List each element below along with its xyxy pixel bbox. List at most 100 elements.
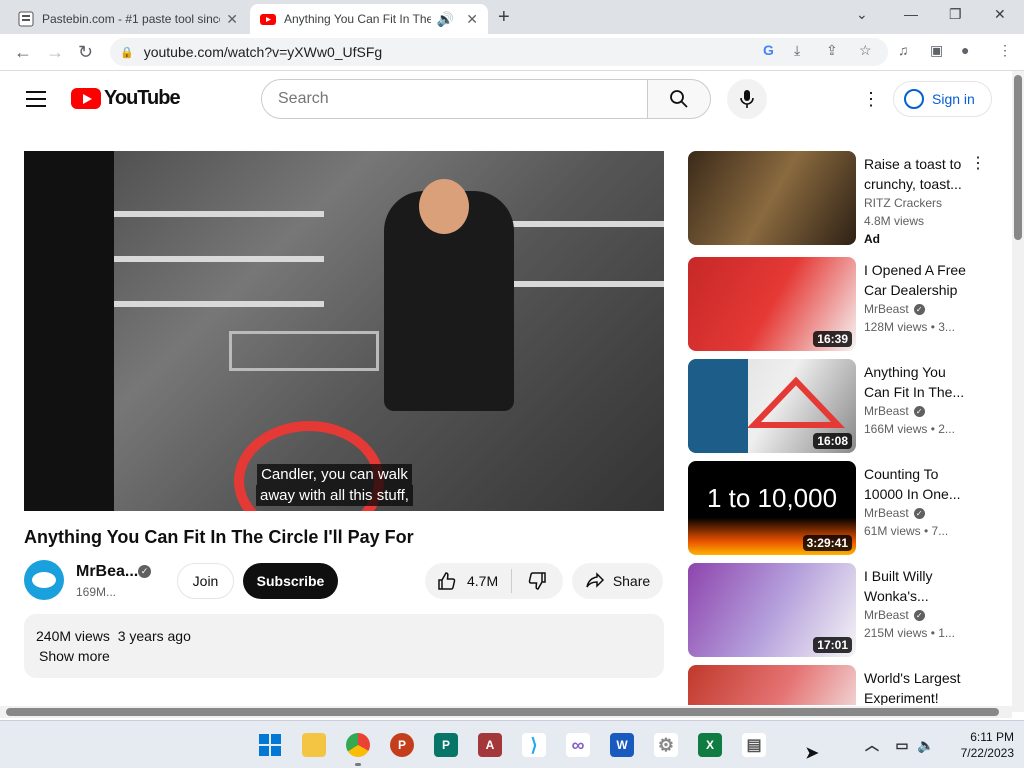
volume-icon[interactable]: 🔈 bbox=[914, 733, 938, 757]
recommendation-channel[interactable]: MrBeast ✓ bbox=[864, 608, 925, 622]
close-window-icon[interactable]: ✕ bbox=[994, 6, 1006, 23]
video-thumbnail[interactable]: 17:01 bbox=[688, 563, 856, 657]
minimize-icon[interactable]: — bbox=[904, 6, 918, 22]
scroll-thumb[interactable] bbox=[6, 708, 999, 716]
side-panel-icon[interactable]: ▣ bbox=[930, 42, 943, 59]
channel-name[interactable]: MrBea... bbox=[76, 563, 138, 581]
upload-age: 3 years ago bbox=[117, 628, 191, 644]
bookmark-star-icon[interactable]: ☆ bbox=[859, 42, 872, 59]
settings-kebab-icon[interactable]: ⋮ bbox=[862, 89, 880, 110]
search-icon bbox=[670, 90, 688, 108]
voice-search-button[interactable] bbox=[727, 79, 767, 119]
video-player[interactable]: Candler, you can walk away with all this… bbox=[24, 151, 664, 511]
youtube-logo[interactable]: YouTube bbox=[71, 87, 181, 110]
recommendation-title: I Built Willy Wonka's... bbox=[864, 568, 933, 604]
tab-pastebin[interactable]: Pastebin.com - #1 paste tool since 2002!… bbox=[8, 4, 248, 34]
video-thumbnail[interactable]: 1 to 10,000 3:29:41 bbox=[688, 461, 856, 555]
horizontal-scrollbar[interactable] bbox=[0, 706, 1012, 718]
media-controls-icon[interactable]: ♫ bbox=[898, 42, 909, 58]
tab-youtube[interactable]: Anything You Can Fit In The Circle I'll … bbox=[250, 4, 488, 34]
vscode-icon[interactable]: ⟩ bbox=[522, 733, 546, 757]
new-tab-icon[interactable]: + bbox=[498, 6, 510, 29]
share-label: Share bbox=[612, 573, 651, 589]
notepad-icon[interactable]: ▤ bbox=[742, 733, 766, 757]
search-input[interactable] bbox=[278, 90, 647, 108]
microphone-icon bbox=[740, 90, 754, 108]
dislike-button[interactable] bbox=[512, 571, 562, 591]
youtube-favicon-icon bbox=[260, 11, 276, 27]
subscriber-count: 169M... bbox=[76, 585, 117, 599]
store-shelf bbox=[84, 256, 324, 262]
browser-tab-bar: Pastebin.com - #1 paste tool since 2002!… bbox=[0, 0, 1024, 34]
settings-gear-icon[interactable]: ⚙ bbox=[654, 733, 678, 757]
shopping-cart bbox=[229, 331, 379, 371]
recommendation-views: 61M views • 7... bbox=[864, 524, 949, 538]
access-icon[interactable]: A bbox=[478, 733, 502, 757]
recommendation-item[interactable]: 16:39 I Opened A Free Car Dealership MrBe… bbox=[688, 257, 988, 351]
foreground-figure bbox=[24, 151, 114, 511]
recommendation-channel[interactable]: RITZ Crackers bbox=[864, 196, 942, 210]
chrome-icon[interactable] bbox=[346, 733, 370, 757]
browser-menu-icon[interactable]: ⋮ bbox=[998, 42, 1012, 59]
audio-playing-icon[interactable]: 🔊 bbox=[437, 11, 454, 28]
recommendation-item[interactable]: World's Largest Experiment! bbox=[688, 665, 988, 705]
publisher-icon[interactable]: P bbox=[434, 733, 458, 757]
video-thumbnail[interactable] bbox=[688, 151, 856, 245]
video-thumbnail[interactable]: 16:39 bbox=[688, 257, 856, 351]
share-page-icon[interactable]: ⇪ bbox=[826, 42, 838, 59]
show-more-button[interactable]: Show more bbox=[39, 648, 110, 664]
search-box[interactable] bbox=[261, 79, 648, 119]
view-count: 240M views bbox=[36, 628, 110, 644]
sign-in-button[interactable]: Sign in bbox=[893, 81, 992, 117]
google-translate-icon[interactable]: G bbox=[763, 42, 774, 58]
scroll-thumb[interactable] bbox=[1014, 75, 1022, 240]
like-button[interactable]: 4.7M bbox=[425, 571, 511, 591]
share-button[interactable]: Share bbox=[572, 563, 663, 599]
recommendation-channel[interactable]: MrBeast ✓ bbox=[864, 302, 925, 316]
recommendation-channel[interactable]: MrBeast ✓ bbox=[864, 404, 925, 418]
join-button[interactable]: Join bbox=[177, 563, 234, 599]
caption-line: Candler, you can walk bbox=[257, 464, 412, 485]
store-shelf bbox=[84, 211, 324, 217]
recommendation-item[interactable]: 1 to 10,000 3:29:41 Counting To 10000 In … bbox=[688, 461, 988, 555]
reload-icon[interactable]: ↻ bbox=[78, 42, 93, 63]
recommendation-item[interactable]: 17:01 I Built Willy Wonka's... MrBeast ✓ 2… bbox=[688, 563, 988, 657]
recommendation-title: Anything You Can Fit In The... bbox=[864, 364, 965, 400]
recommendation-item[interactable]: 16:08 Anything You Can Fit In The... MrBe… bbox=[688, 359, 988, 453]
back-icon[interactable]: ← bbox=[14, 42, 32, 63]
system-clock[interactable]: 6:11 PM 7/22/2023 bbox=[940, 729, 1014, 761]
description-box[interactable]: 240M views 3 years ago Show more bbox=[24, 614, 664, 678]
forward-icon[interactable]: → bbox=[46, 42, 64, 63]
verified-check-icon: ✓ bbox=[913, 303, 925, 315]
network-icon[interactable]: ▭ bbox=[890, 733, 914, 757]
recommendation-channel[interactable]: MrBeast ✓ bbox=[864, 506, 925, 520]
vertical-scrollbar[interactable] bbox=[1012, 71, 1024, 712]
profile-icon[interactable]: ● bbox=[961, 42, 969, 58]
video-thumbnail[interactable] bbox=[688, 665, 856, 705]
search-button[interactable] bbox=[647, 79, 711, 119]
running-indicator bbox=[355, 763, 361, 766]
show-hidden-icons-icon[interactable]: ︿ bbox=[860, 733, 884, 757]
restore-icon[interactable]: ❐ bbox=[949, 6, 962, 23]
windows-start-icon[interactable] bbox=[258, 733, 282, 757]
ad-badge: Ad bbox=[864, 232, 880, 246]
channel-avatar[interactable] bbox=[24, 560, 64, 600]
subscribe-button[interactable]: Subscribe bbox=[243, 563, 338, 599]
mouse-cursor-icon: ➤ bbox=[805, 745, 819, 762]
install-app-icon[interactable]: ⤓ bbox=[794, 42, 800, 59]
video-duration: 16:08 bbox=[813, 433, 852, 449]
recommendation-item[interactable]: Raise a toast to crunchy, toast... RITZ C… bbox=[688, 151, 988, 246]
video-thumbnail[interactable]: 16:08 bbox=[688, 359, 856, 453]
word-icon[interactable]: W bbox=[610, 733, 634, 757]
excel-icon[interactable]: X bbox=[698, 733, 722, 757]
tab-search-icon[interactable]: ⌄ bbox=[856, 6, 868, 23]
close-tab-icon[interactable]: ✕ bbox=[226, 11, 238, 28]
file-explorer-icon[interactable] bbox=[302, 733, 326, 757]
close-tab-icon[interactable]: ✕ bbox=[466, 11, 478, 28]
powerpoint-icon[interactable]: P bbox=[390, 733, 414, 757]
video-captions: Candler, you can walk away with all this… bbox=[256, 464, 413, 506]
more-actions-icon[interactable]: ⋮ bbox=[970, 153, 986, 173]
verified-check-icon: ✓ bbox=[913, 405, 925, 417]
visual-studio-icon[interactable]: ∞ bbox=[566, 733, 590, 757]
hamburger-menu-icon[interactable] bbox=[26, 91, 46, 112]
